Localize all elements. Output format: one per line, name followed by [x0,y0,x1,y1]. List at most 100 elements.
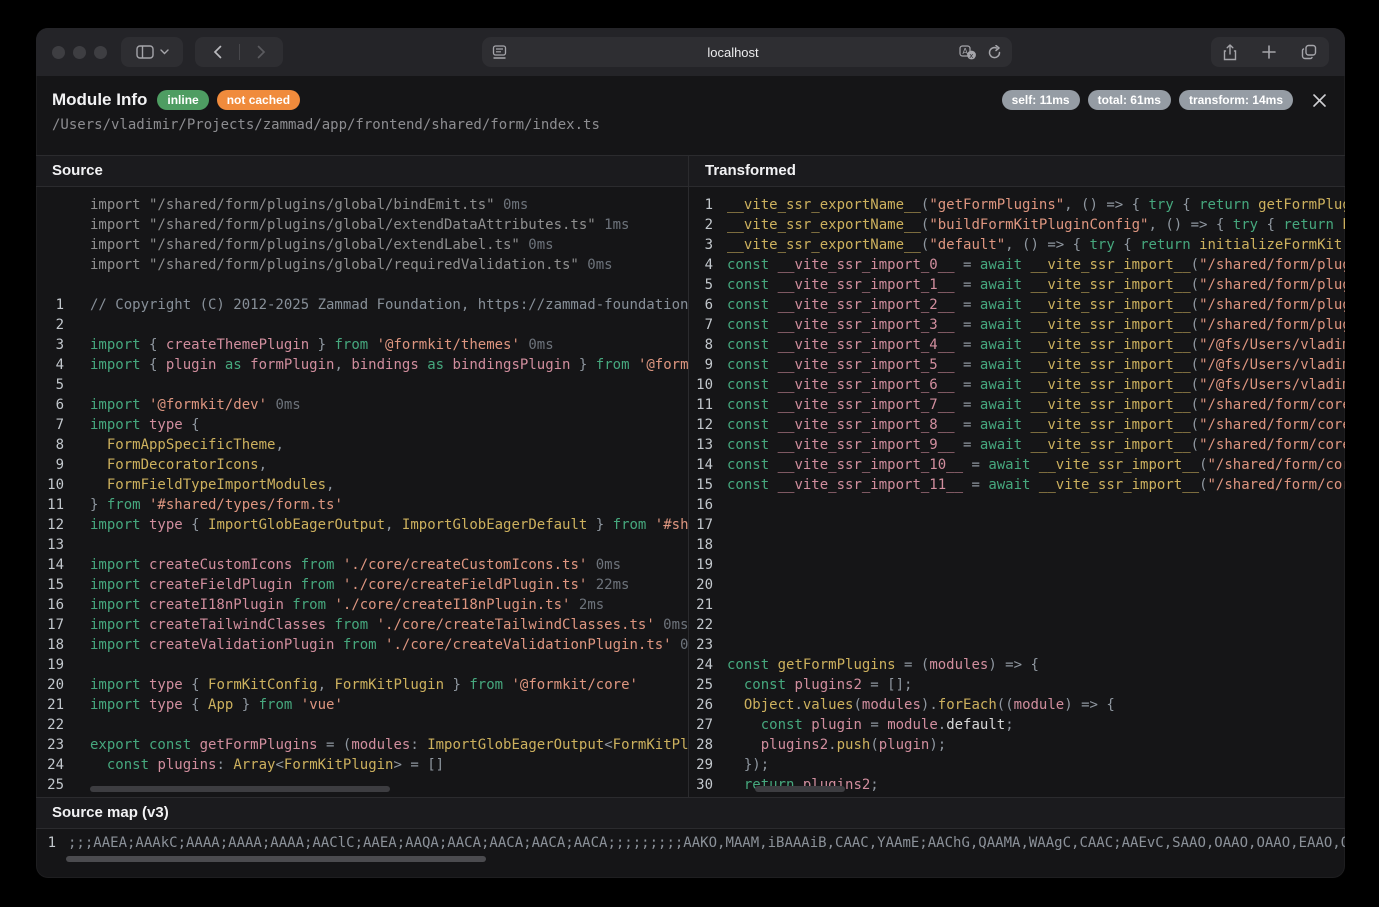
code-line: 3__vite_ssr_exportName__("default", () =… [689,235,1345,255]
line-number: 26 [689,695,727,715]
code-text: const plugins: Array<FormKitPlugin> = [] [90,755,688,775]
line-number: 28 [689,735,727,755]
code-line: 25 [36,775,688,795]
sidebar-toggle-button[interactable] [121,37,183,67]
code-line: 14import createCustomIcons from './core/… [36,555,688,575]
code-line: 16 [689,495,1345,515]
close-window-button[interactable] [52,46,65,59]
line-number: 12 [36,515,90,535]
code-line: 6import '@formkit/dev' 0ms [36,395,688,415]
line-number: 23 [36,735,90,755]
code-text: plugins2.push(plugin); [727,735,1345,755]
line-number: 2 [689,215,727,235]
source-horizontal-scrollbar[interactable] [90,786,390,792]
line-number: 22 [689,615,727,635]
reload-icon[interactable] [987,45,1002,60]
code-line: import "/shared/form/plugins/global/requ… [36,255,688,275]
code-text: const __vite_ssr_import_1__ = await __vi… [727,275,1345,295]
sourcemap-code-area[interactable]: 1;;;AAEA;AAAkC;AAAA;AAAA;AAAA;AAClC;AAEA… [36,829,1345,853]
line-number: 27 [689,715,727,735]
sourcemap-horizontal-scrollbar[interactable] [66,856,486,862]
code-line: 1__vite_ssr_exportName__("getFormPlugins… [689,195,1345,215]
code-text: ;;;AAEA;AAAkC;AAAA;AAAA;AAAA;AAClC;AAEA;… [68,833,1345,853]
code-text: const plugins2 = []; [727,675,1345,695]
translate-icon[interactable]: A x [959,45,977,60]
code-line: 3import { createThemePlugin } from '@for… [36,335,688,355]
share-icon[interactable] [1223,44,1237,61]
line-number: 12 [689,415,727,435]
line-number: 14 [689,455,727,475]
transformed-code-area[interactable]: 1__vite_ssr_exportName__("getFormPlugins… [689,187,1345,797]
code-text: import '@formkit/dev' 0ms [90,395,688,415]
code-text: import { plugin as formPlugin, bindings … [90,355,688,375]
code-line: 4const __vite_ssr_import_0__ = await __v… [689,255,1345,275]
code-line: 20import type { FormKitConfig, FormKitPl… [36,675,688,695]
minimize-window-button[interactable] [73,46,86,59]
line-number: 21 [36,695,90,715]
line-number: 3 [36,335,90,355]
code-line: 17 [689,515,1345,535]
line-number: 21 [689,595,727,615]
line-number: 30 [689,775,727,795]
new-tab-icon[interactable] [1262,45,1276,59]
code-line: 9const __vite_ssr_import_5__ = await __v… [689,355,1345,375]
timing-stats: self: 11ms total: 61ms transform: 14ms [1002,90,1293,110]
code-text: __vite_ssr_exportName__("getFormPlugins"… [727,195,1345,215]
reader-icon[interactable] [492,45,507,59]
code-text: import "/shared/form/plugins/global/exte… [90,215,688,235]
tab-overview-icon[interactable] [1301,44,1317,60]
line-number: 6 [689,295,727,315]
line-number: 25 [36,775,90,795]
line-number: 16 [36,595,90,615]
code-line: 30 return plugins2; [689,775,1345,795]
code-line: 6const __vite_ssr_import_2__ = await __v… [689,295,1345,315]
code-line: 8 FormAppSpecificTheme, [36,435,688,455]
code-line: 20 [689,575,1345,595]
code-text: import type { App } from 'vue' [90,695,688,715]
code-text: import { createThemePlugin } from '@form… [90,335,688,355]
code-line: 7import type { [36,415,688,435]
code-line: 1// Copyright (C) 2012-2025 Zammad Found… [36,295,688,315]
code-text [727,495,1345,515]
code-text: __vite_ssr_exportName__("buildFormKitPlu… [727,215,1345,235]
code-text: import "/shared/form/plugins/global/exte… [90,235,688,255]
address-bar[interactable]: localhost A x [482,37,1012,67]
code-line: import "/shared/form/plugins/global/exte… [36,215,688,235]
code-line: 21import type { App } from 'vue' [36,695,688,715]
code-line: 25 const plugins2 = []; [689,675,1345,695]
zoom-window-button[interactable] [94,46,107,59]
code-line: 5const __vite_ssr_import_1__ = await __v… [689,275,1345,295]
code-line: 10 FormFieldTypeImportModules, [36,475,688,495]
code-text: const __vite_ssr_import_7__ = await __vi… [727,395,1345,415]
forward-button[interactable] [240,37,283,67]
code-line [36,275,688,295]
line-number: 29 [689,755,727,775]
code-line: 24const getFormPlugins = (modules) => { [689,655,1345,675]
code-text: const __vite_ssr_import_3__ = await __vi… [727,315,1345,335]
code-text: __vite_ssr_exportName__("default", () =>… [727,235,1345,255]
source-panel-title: Source [36,156,688,187]
code-line: 27 const plugin = module.default; [689,715,1345,735]
source-code-area[interactable]: import "/shared/form/plugins/global/bind… [36,187,688,797]
source-panel: Source import "/shared/form/plugins/glob… [36,156,689,797]
code-line: 16import createI18nPlugin from './core/c… [36,595,688,615]
code-line: 12const __vite_ssr_import_8__ = await __… [689,415,1345,435]
back-button[interactable] [196,37,239,67]
browser-window: localhost A x [36,28,1345,878]
code-line: 29 }); [689,755,1345,775]
transformed-horizontal-scrollbar[interactable] [755,786,845,792]
code-text: const getFormPlugins = (modules) => { [727,655,1345,675]
line-number: 10 [689,375,727,395]
close-button[interactable] [1309,90,1329,110]
code-line: 13 [36,535,688,555]
line-number: 19 [36,655,90,675]
page-title: Module Info [52,90,147,110]
code-line: 7const __vite_ssr_import_3__ = await __v… [689,315,1345,335]
code-line: 9 FormDecoratorIcons, [36,455,688,475]
code-text [727,535,1345,555]
module-info-header: Module Info inline not cached self: 11ms… [36,76,1345,155]
line-number: 3 [689,235,727,255]
code-text: const __vite_ssr_import_8__ = await __vi… [727,415,1345,435]
line-number: 20 [689,575,727,595]
code-text: import type { ImportGlobEagerOutput, Imp… [90,515,688,535]
